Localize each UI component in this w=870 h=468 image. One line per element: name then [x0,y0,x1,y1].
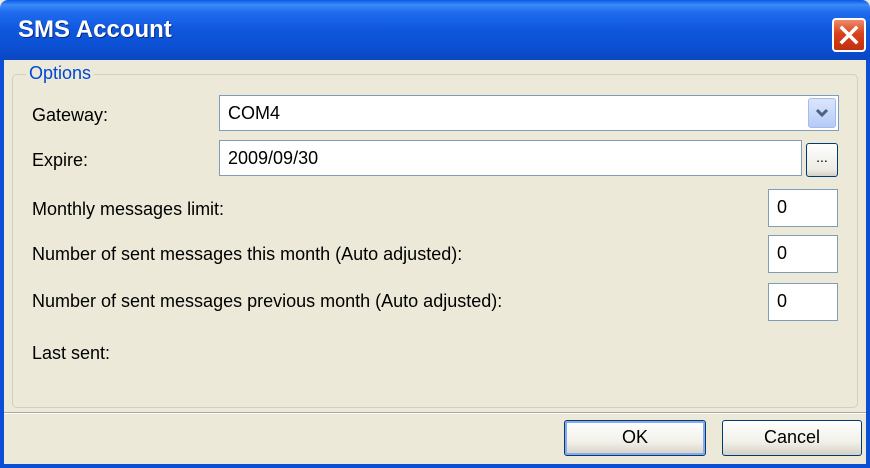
window-frame-bottom [0,464,870,468]
gateway-select[interactable]: COM4 [219,95,839,131]
window-title: SMS Account [18,16,172,43]
expire-value: 2009/09/30 [228,148,319,168]
sent-this-month-label: Number of sent messages this month (Auto… [32,244,463,264]
monthly-limit-label: Monthly messages limit: [32,199,225,219]
close-button[interactable] [832,18,866,52]
expire-field[interactable]: 2009/09/30 [219,140,802,176]
sent-this-month-value: 0 [777,243,788,263]
window-frame-right [866,60,870,468]
button-separator [4,412,866,414]
expire-browse-button[interactable]: ... [806,143,838,177]
gateway-value: COM4 [228,103,281,123]
gateway-dropdown-button[interactable] [808,98,836,128]
sent-prev-month-value: 0 [777,291,788,311]
gateway-label: Gateway: [32,105,109,125]
sent-prev-month-field[interactable]: 0 [768,283,838,321]
cancel-button[interactable]: Cancel [722,420,862,456]
sms-account-dialog: SMS Account Options Gateway: COM4 Expire… [0,0,870,468]
monthly-limit-field[interactable]: 0 [768,189,838,227]
sent-this-month-field[interactable]: 0 [768,235,838,273]
ok-button[interactable]: OK [564,420,706,456]
close-icon [839,25,859,45]
last-sent-label: Last sent: [32,343,111,363]
expire-label: Expire: [32,150,89,170]
chevron-down-icon [815,108,829,118]
sent-prev-month-label: Number of sent messages previous month (… [32,291,503,311]
options-legend: Options [26,62,95,84]
title-bar[interactable]: SMS Account [0,0,870,60]
monthly-limit-value: 0 [777,197,788,217]
